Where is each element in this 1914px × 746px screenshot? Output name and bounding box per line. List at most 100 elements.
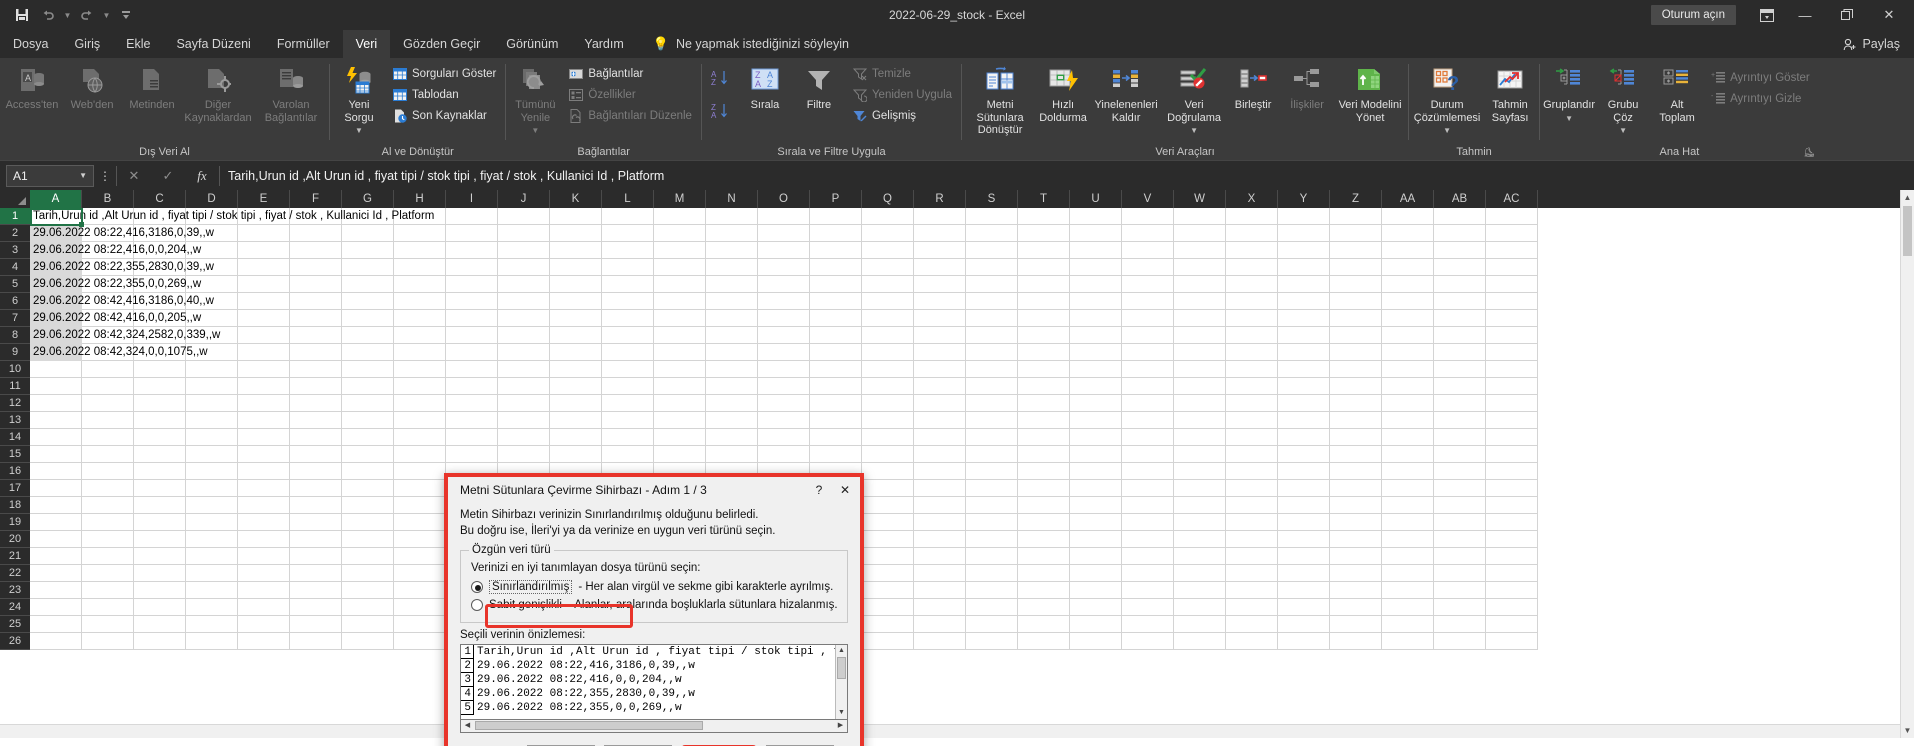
grid-cell[interactable] — [1018, 225, 1070, 242]
grid-cell[interactable] — [862, 429, 914, 446]
tab-yardim[interactable]: Yardım — [571, 30, 636, 58]
cell-A4[interactable]: 29.06.2022 08:22,355,2830,0,39,,w — [30, 259, 214, 275]
tumunu-yenile-button[interactable]: Tümünü Yenile ▼ — [508, 62, 562, 138]
grid-cell[interactable] — [238, 327, 290, 344]
column-header-W[interactable]: W — [1174, 190, 1226, 208]
grid-cell[interactable] — [498, 208, 550, 225]
grid-cell[interactable] — [1122, 259, 1174, 276]
grid-cell[interactable] — [550, 344, 602, 361]
confirm-entry-icon[interactable]: ✓ — [151, 168, 185, 184]
grid-cell[interactable] — [186, 480, 238, 497]
grid-cell[interactable] — [966, 225, 1018, 242]
grid-cell[interactable] — [446, 208, 498, 225]
grid-cell[interactable] — [446, 429, 498, 446]
row-header-1[interactable]: 1 — [0, 208, 30, 225]
grid-cell[interactable] — [862, 344, 914, 361]
grid-cell[interactable] — [238, 310, 290, 327]
column-header-C[interactable]: C — [134, 190, 186, 208]
grid-cell[interactable] — [394, 412, 446, 429]
grid-cell[interactable] — [1278, 208, 1330, 225]
grid-cell[interactable] — [706, 242, 758, 259]
grid-cell[interactable] — [1278, 616, 1330, 633]
grid-cell[interactable] — [1018, 276, 1070, 293]
grid-cell[interactable] — [914, 242, 966, 259]
grid-cell[interactable] — [342, 293, 394, 310]
grid-cell[interactable] — [82, 548, 134, 565]
grid-cell[interactable] — [1330, 310, 1382, 327]
grid-cell[interactable] — [1122, 531, 1174, 548]
grid-cell[interactable] — [342, 446, 394, 463]
grid-cell[interactable] — [966, 599, 1018, 616]
grid-cell[interactable] — [1018, 429, 1070, 446]
grid-cell[interactable] — [654, 412, 706, 429]
grid-cell[interactable] — [1434, 514, 1486, 531]
grid-cell[interactable] — [1070, 582, 1122, 599]
grid-cell[interactable] — [82, 497, 134, 514]
grid-cell[interactable] — [394, 565, 446, 582]
formula-bar-more-icon[interactable]: ⋮ — [94, 169, 116, 183]
grid-cell[interactable] — [1174, 225, 1226, 242]
grid-cell[interactable] — [1070, 412, 1122, 429]
grid-cell[interactable] — [1070, 293, 1122, 310]
grid-cell[interactable] — [1070, 599, 1122, 616]
grid-cell[interactable] — [1226, 548, 1278, 565]
radio-row-delimited[interactable]: Sınırlandırılmış - Her alan virgül ve se… — [471, 578, 839, 596]
grid-cell[interactable] — [394, 599, 446, 616]
grid-cell[interactable] — [446, 276, 498, 293]
grid-cell[interactable] — [1434, 378, 1486, 395]
row-header-15[interactable]: 15 — [0, 446, 30, 463]
grid-cell[interactable] — [758, 361, 810, 378]
grid-cell[interactable] — [30, 616, 82, 633]
grid-cell[interactable] — [1278, 497, 1330, 514]
row-header-20[interactable]: 20 — [0, 531, 30, 548]
grid-cell[interactable] — [758, 293, 810, 310]
grid-cell[interactable] — [1174, 616, 1226, 633]
grid-cell[interactable] — [1122, 344, 1174, 361]
grid-cell[interactable] — [1174, 599, 1226, 616]
grid-cell[interactable] — [1226, 242, 1278, 259]
grid-cell[interactable] — [550, 361, 602, 378]
grid-cell[interactable] — [1330, 344, 1382, 361]
grid-cell[interactable] — [1226, 446, 1278, 463]
grid-cell[interactable] — [1174, 208, 1226, 225]
grid-cell[interactable] — [134, 429, 186, 446]
grid-cell[interactable] — [342, 548, 394, 565]
grid-cell[interactable] — [446, 361, 498, 378]
yeni-sorgu-button[interactable]: Yeni Sorgu ▼ — [332, 62, 386, 138]
grid-cell[interactable] — [1434, 565, 1486, 582]
grid-cell[interactable] — [446, 225, 498, 242]
grid-cell[interactable] — [1122, 616, 1174, 633]
grid-cell[interactable] — [654, 361, 706, 378]
grid-cell[interactable] — [1486, 599, 1538, 616]
grid-cell[interactable] — [602, 395, 654, 412]
grid-cell[interactable] — [446, 446, 498, 463]
close-button[interactable]: ✕ — [1868, 0, 1910, 30]
preview-scroll-up-icon[interactable]: ▲ — [836, 645, 847, 657]
grid-cell[interactable] — [862, 412, 914, 429]
grid-cell[interactable] — [966, 276, 1018, 293]
grid-cell[interactable] — [238, 242, 290, 259]
grid-cell[interactable] — [1330, 259, 1382, 276]
grid-cell[interactable] — [966, 514, 1018, 531]
grid-cell[interactable] — [342, 429, 394, 446]
grid-cell[interactable] — [1226, 599, 1278, 616]
grid-cell[interactable] — [914, 276, 966, 293]
grid-cell[interactable] — [602, 378, 654, 395]
grid-cell[interactable] — [342, 599, 394, 616]
grid-cell[interactable] — [1070, 616, 1122, 633]
grid-cell[interactable] — [1382, 463, 1434, 480]
tab-gozden-gecir[interactable]: Gözden Geçir — [390, 30, 493, 58]
grid-cell[interactable] — [1070, 344, 1122, 361]
grid-cell[interactable] — [238, 480, 290, 497]
grid-cell[interactable] — [238, 361, 290, 378]
grid-cell[interactable] — [446, 259, 498, 276]
column-header-F[interactable]: F — [290, 190, 342, 208]
grid-cell[interactable] — [1434, 276, 1486, 293]
preview-scroll-left-icon[interactable]: ◀ — [461, 720, 474, 731]
grid-cell[interactable] — [1122, 599, 1174, 616]
grid-cell[interactable] — [1434, 293, 1486, 310]
grid-cell[interactable] — [1226, 497, 1278, 514]
share-button[interactable]: Paylaş — [1843, 30, 1914, 58]
grid-cell[interactable] — [654, 310, 706, 327]
grid-cell[interactable] — [342, 463, 394, 480]
